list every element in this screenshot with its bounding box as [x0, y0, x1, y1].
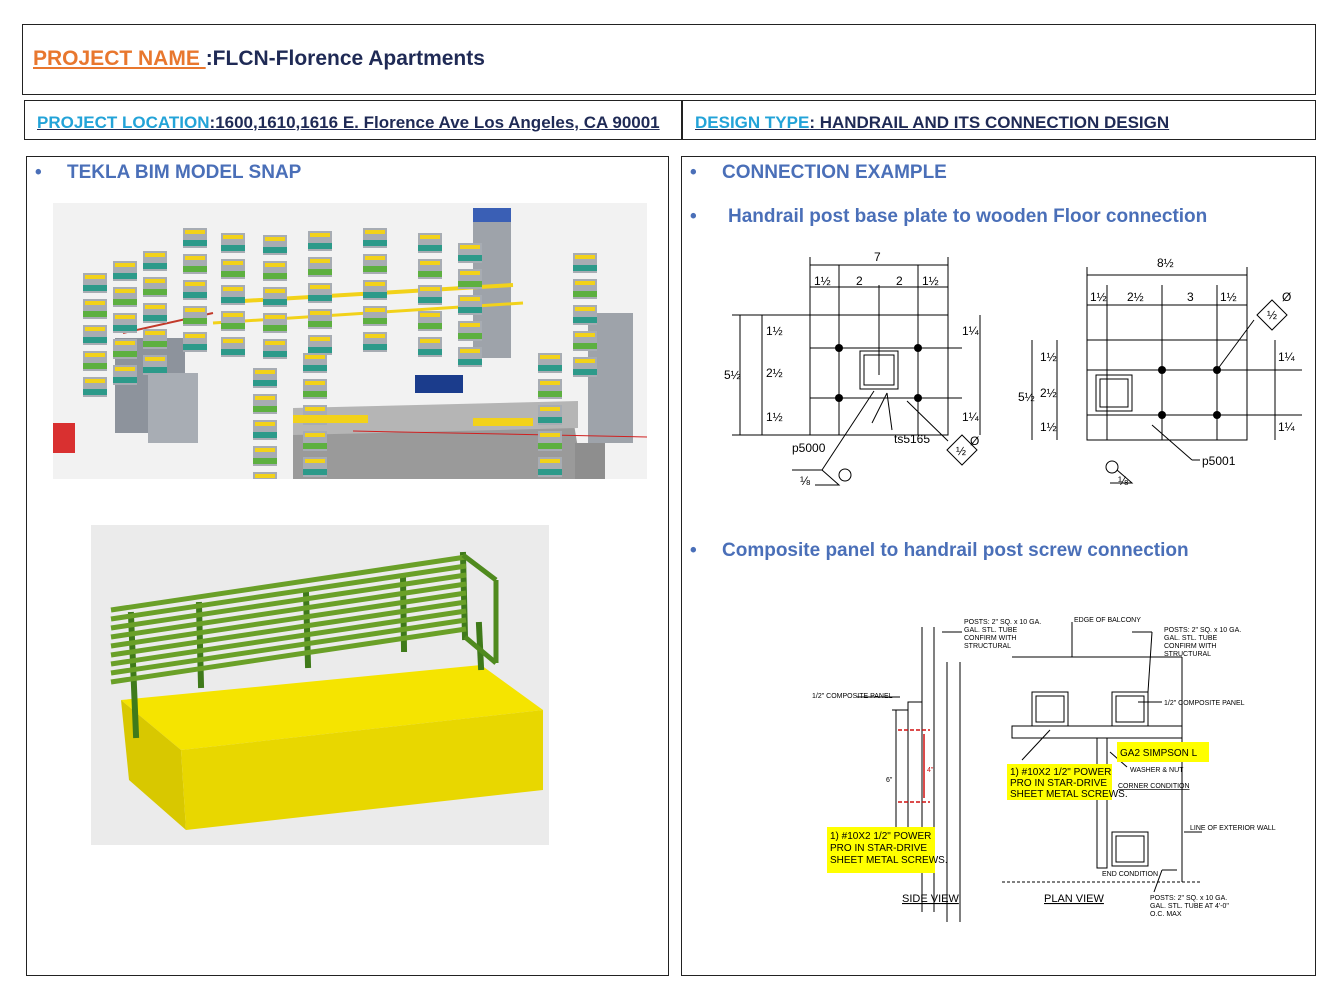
dim-left-b: 5½: [1018, 390, 1035, 404]
screw-connection-drawing: POSTS: 2" SQ. x 10 GA. GAL. STL. TUBE CO…: [812, 617, 1276, 922]
dim-lb3: 1½: [1040, 420, 1057, 434]
dim-a4: 1½: [922, 274, 939, 288]
design-type-label: DESIGN TYPE: [695, 113, 810, 132]
washer-note: WASHER & NUT: [1130, 767, 1184, 774]
dim-a2: 2: [856, 274, 863, 288]
dim-left: 5½: [724, 368, 741, 382]
dim-l2: 2½: [766, 366, 783, 380]
dim-b4: 1½: [1220, 290, 1237, 304]
posts-note-a3: CONFIRM WITH: [964, 635, 1017, 642]
posts-note-c3: O.C. MAX: [1150, 911, 1182, 918]
base-plate-drawing: 7 1½ 2 2 1½ 5½ 1½ 2½ 1½ 1¼ 1¼ p5000 ts51…: [724, 250, 1302, 488]
screw-note-3: SHEET METAL SCREWS.: [830, 855, 948, 866]
left-panel: • TEKLA BIM MODEL SNAP: [26, 156, 669, 976]
label-ts5165: ts5165: [894, 432, 930, 446]
location-label: PROJECT LOCATION: [37, 113, 210, 132]
project-location: PROJECT LOCATION:1600,1610,1616 E. Flore…: [37, 113, 660, 133]
screw-note-b1: 1) #10X2 1/2" POWER: [1010, 767, 1111, 778]
weld-symbol-b: Ø: [1282, 290, 1291, 304]
dim-6: 6": [886, 777, 893, 784]
dim-l3: 1½: [766, 410, 783, 424]
bullet-composite-panel: • Composite panel to handrail post screw …: [690, 540, 1189, 561]
dim-l1: 1½: [766, 324, 783, 338]
posts-note-c1: POSTS: 2" SQ. x 10 GA.: [1150, 895, 1227, 902]
dim-lb2: 2½: [1040, 386, 1057, 400]
design-type-box: DESIGN TYPE: HANDRAIL AND ITS CONNECTION…: [682, 100, 1316, 140]
side-view-label: SIDE VIEW: [902, 893, 959, 905]
bullet-base-plate-text: Handrail post base plate to wooden Floor…: [728, 206, 1208, 227]
end-condition: END CONDITION: [1102, 871, 1158, 878]
posts-note-c2: GAL. STL. TUBE AT 4'-0": [1150, 903, 1229, 910]
weld-symbol-a: Ø: [970, 434, 979, 448]
simpson-note: GA2 SIMPSON L: [1120, 748, 1198, 759]
screw-note-2: PRO IN STAR-DRIVE: [830, 843, 927, 854]
dim-a1: 1½: [814, 274, 831, 288]
bullet-tekla: • TEKLA BIM MODEL SNAP: [35, 162, 302, 183]
label-p5001: p5001: [1202, 454, 1236, 468]
posts-note-b3: CONFIRM WITH: [1164, 643, 1217, 650]
dim-rb1: 1¼: [1278, 350, 1296, 364]
title-box: PROJECT NAME :FLCN-Florence Apartments: [22, 24, 1316, 95]
project-name-label: PROJECT NAME: [33, 47, 206, 70]
project-title: PROJECT NAME :FLCN-Florence Apartments: [33, 47, 485, 71]
label-p5000: p5000: [792, 441, 826, 455]
panel-note-b: 1/2" COMPOSITE PANEL: [1164, 700, 1245, 707]
bullet-tekla-text: TEKLA BIM MODEL SNAP: [67, 162, 302, 183]
dim-b2: 2½: [1127, 290, 1144, 304]
dim-top-a: 7: [874, 250, 881, 264]
screw-note-b2: PRO IN STAR-DRIVE: [1010, 778, 1107, 789]
weld-b2: ⅛: [1118, 474, 1129, 488]
dim-rb2: 1¼: [1278, 420, 1296, 434]
right-panel: • CONNECTION EXAMPLE • Handrail post base …: [681, 156, 1316, 976]
location-value: :1600,1610,1616 E. Florence Ave Los Ange…: [209, 113, 660, 132]
bullet-connection-example-text: CONNECTION EXAMPLE: [722, 162, 947, 183]
dim-r2: 1¼: [962, 410, 980, 424]
location-box: PROJECT LOCATION:1600,1610,1616 E. Flore…: [24, 100, 682, 140]
exterior-wall-note: LINE OF EXTERIOR WALL: [1190, 825, 1276, 832]
dim-b3: 3: [1187, 290, 1194, 304]
dim-4: 4": [927, 767, 934, 774]
posts-note-a2: GAL. STL. TUBE: [964, 627, 1017, 634]
design-type-value: : HANDRAIL AND ITS CONNECTION DESIGN: [809, 113, 1170, 132]
handrail-3d-image: [91, 525, 549, 845]
bullet-base-plate: • Handrail post base plate to wooden Floo…: [690, 206, 1208, 227]
posts-note-b4: STRUCTURAL: [1164, 651, 1211, 658]
dim-top-b: 8½: [1157, 256, 1174, 270]
project-name-value: :FLCN-Florence Apartments: [205, 47, 485, 70]
posts-note-b: POSTS: 2" SQ. x 10 GA.: [1164, 627, 1241, 634]
posts-note-a: POSTS: 2" SQ. x 10 GA.: [964, 619, 1041, 626]
dim-a3: 2: [896, 274, 903, 288]
weld-a: ⅛: [800, 474, 811, 488]
screw-note-1: 1) #10X2 1/2" POWER: [830, 831, 931, 842]
corner-condition: CORNER CONDITION: [1118, 783, 1190, 790]
plan-view-label: PLAN VIEW: [1044, 893, 1105, 905]
dim-r1: 1¼: [962, 324, 980, 338]
dim-b1: 1½: [1090, 290, 1107, 304]
edge-note: EDGE OF BALCONY: [1074, 617, 1141, 624]
bullet-composite-panel-text: Composite panel to handrail post screw c…: [722, 540, 1189, 561]
weld-b3: ½: [1267, 308, 1277, 322]
dim-lb1: 1½: [1040, 350, 1057, 364]
bim-model-image: [53, 203, 647, 479]
design-type: DESIGN TYPE: HANDRAIL AND ITS CONNECTION…: [695, 113, 1169, 133]
posts-note-b2: GAL. STL. TUBE: [1164, 635, 1217, 642]
panel-note: 1/2" COMPOSITE PANEL: [812, 693, 893, 700]
posts-note-a4: STRUCTURAL: [964, 643, 1011, 650]
screw-note-b3: SHEET METAL SCREWS.: [1010, 789, 1128, 800]
weld-b: ½: [956, 444, 966, 458]
bullet-connection-example: • CONNECTION EXAMPLE: [690, 162, 947, 183]
